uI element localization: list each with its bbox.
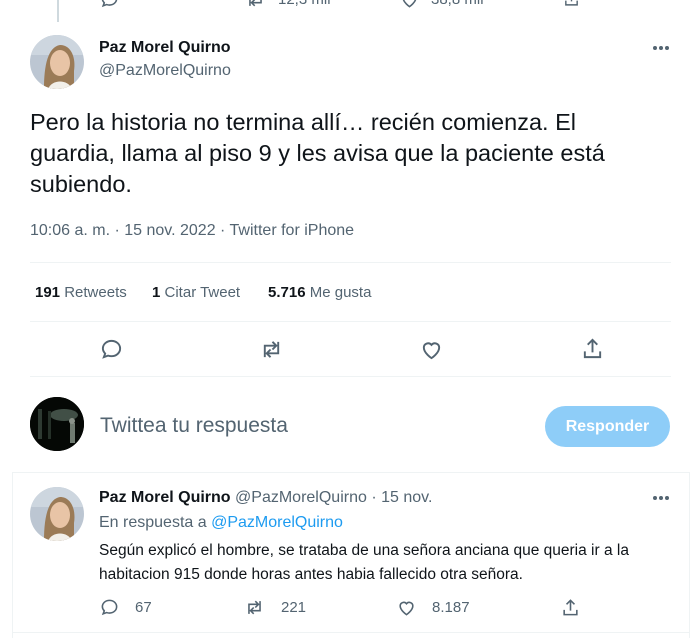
- reply-tweet-text: Según explicó el hombre, se trataba de u…: [99, 542, 629, 583]
- top-retweet-action[interactable]: 12,3 mil: [245, 0, 331, 9]
- top-share-action[interactable]: [563, 0, 580, 7]
- reply-author-handle[interactable]: @PazMorelQuirno: [235, 489, 367, 506]
- retweet-icon: [245, 0, 266, 9]
- right-border: [689, 472, 690, 638]
- top-like-action[interactable]: 38,8 mil: [400, 0, 484, 9]
- quotes-stat[interactable]: 1 Citar Tweet: [152, 284, 240, 301]
- heart-icon: [400, 0, 419, 9]
- quotes-label: Citar Tweet: [164, 284, 241, 301]
- quotes-count: 1: [152, 284, 161, 301]
- reply-author-name[interactable]: Paz Morel Quirno: [99, 489, 231, 506]
- section-divider: [12, 472, 690, 473]
- author-handle[interactable]: @PazMorelQuirno: [99, 62, 231, 80]
- likes-count: 5.716: [268, 284, 306, 301]
- retweets-label: Retweets: [64, 284, 127, 301]
- in-reply-to: En respuesta a @PazMorelQuirno: [99, 514, 343, 532]
- responder-button[interactable]: Responder: [545, 406, 670, 447]
- in-reply-to-label: En respuesta a: [99, 514, 207, 531]
- share-icon: [563, 0, 580, 7]
- user-avatar[interactable]: [30, 397, 84, 451]
- share-icon: [563, 599, 578, 616]
- share-icon: [583, 338, 602, 359]
- left-border: [12, 472, 13, 638]
- author-name[interactable]: Paz Morel Quirno: [99, 39, 231, 57]
- reply-input[interactable]: Twittea tu respuesta: [100, 414, 288, 438]
- reply-icon: [101, 339, 122, 359]
- reply-reply-action[interactable]: 67: [100, 598, 152, 617]
- retweets-stat[interactable]: 191 Retweets: [35, 284, 127, 301]
- reply-retweet-action[interactable]: 221: [244, 598, 306, 617]
- heart-icon: [422, 342, 441, 360]
- reply-more-options-icon[interactable]: [652, 495, 670, 501]
- author-avatar[interactable]: [30, 35, 84, 89]
- reply-tweet-header: Paz Morel Quirno @PazMorelQuirno · 15 no…: [99, 489, 432, 507]
- reply-author-avatar[interactable]: [30, 487, 84, 541]
- reply-likes-count: 8.187: [432, 599, 470, 616]
- retweets-count: 191: [35, 284, 61, 301]
- retweet-icon: [244, 598, 265, 617]
- reply-icon: [100, 598, 119, 617]
- thread-line: [57, 0, 59, 22]
- reply-retweets-count: 221: [281, 599, 307, 616]
- divider: [30, 321, 671, 322]
- tweet-timestamp[interactable]: 10:06 a. m. · 15 nov. 2022 · Twitter for…: [30, 222, 354, 240]
- divider: [30, 262, 671, 263]
- likes-stat[interactable]: 5.716 Me gusta: [268, 284, 371, 301]
- heart-icon: [397, 598, 416, 617]
- tweet-text: Pero la historia no termina allí… recién…: [30, 109, 605, 197]
- in-reply-to-handle[interactable]: @PazMorelQuirno: [211, 514, 343, 531]
- reply-replies-count: 67: [135, 599, 152, 616]
- top-reply-action[interactable]: [100, 0, 131, 9]
- likes-label: Me gusta: [309, 284, 372, 301]
- share-button[interactable]: [581, 337, 604, 360]
- retweet-icon: [263, 341, 280, 358]
- retweet-button[interactable]: [259, 338, 284, 361]
- reply-icon: [100, 0, 119, 9]
- top-likes-count: 38,8 mil: [431, 0, 484, 8]
- reply-button[interactable]: [100, 338, 123, 361]
- more-options-icon[interactable]: [652, 45, 670, 51]
- divider: [30, 376, 671, 377]
- reply-share-button[interactable]: [561, 598, 580, 617]
- top-retweets-count: 12,3 mil: [278, 0, 331, 8]
- reply-date[interactable]: · 15 nov.: [371, 489, 432, 506]
- bottom-divider: [12, 632, 690, 633]
- like-button[interactable]: [420, 338, 443, 361]
- reply-like-action[interactable]: 8.187: [397, 598, 470, 617]
